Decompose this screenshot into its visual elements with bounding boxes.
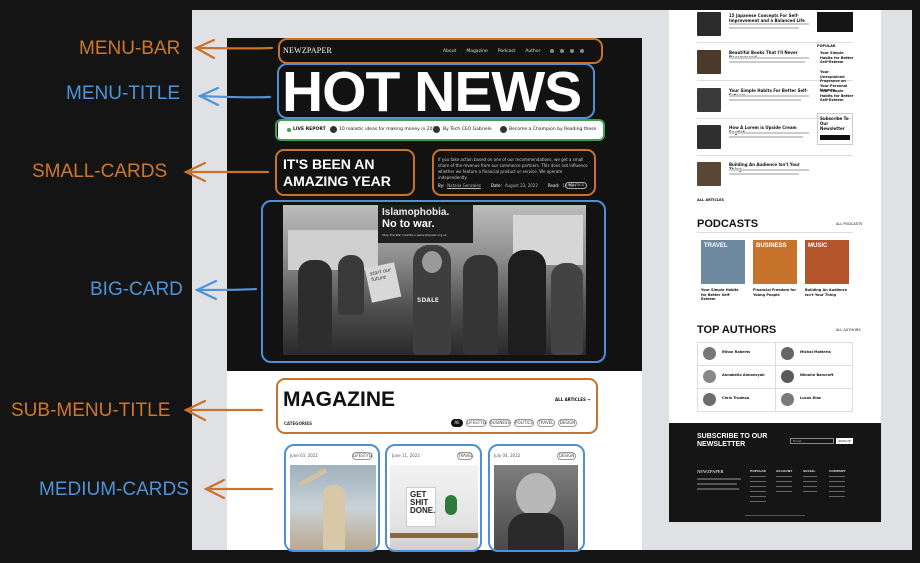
top-authors-title: TOP AUTHORS bbox=[697, 324, 777, 336]
medium-card-2-highlight bbox=[385, 444, 482, 552]
avatar[interactable] bbox=[781, 347, 794, 360]
article-2-thumb[interactable] bbox=[697, 50, 721, 74]
footer-copyright-line bbox=[745, 515, 805, 516]
footer-text-line bbox=[697, 488, 739, 490]
sidebar-subscribe-box: Subscribe To Our Newsletter bbox=[817, 113, 853, 145]
article-excerpt bbox=[729, 132, 809, 134]
article-1-thumb[interactable] bbox=[697, 12, 721, 36]
big-card-highlight bbox=[261, 200, 606, 363]
footer-text-line bbox=[697, 478, 741, 480]
podcast-3-title[interactable]: Building An Audience Isn't Your Thing bbox=[805, 288, 849, 297]
divider bbox=[697, 232, 853, 233]
popular-label: POPULAR bbox=[817, 44, 836, 48]
ticker-highlight bbox=[275, 119, 605, 141]
menu-title-highlight bbox=[277, 63, 595, 119]
small-card-2-highlight bbox=[432, 149, 596, 196]
avatar[interactable] bbox=[703, 347, 716, 360]
article-excerpt bbox=[729, 61, 805, 63]
divider bbox=[697, 388, 853, 389]
all-authors-link[interactable]: ALL AUTHORS bbox=[836, 328, 861, 332]
subscribe-promo[interactable] bbox=[817, 12, 853, 32]
sidebar-all-articles[interactable]: ALL ARTICLES bbox=[697, 198, 724, 202]
author-1-name[interactable]: Ethan Roberts bbox=[722, 350, 750, 354]
newsletter-email-input[interactable]: Email bbox=[790, 438, 834, 444]
author-2-name[interactable]: Michal Matteria bbox=[800, 350, 831, 354]
article-excerpt bbox=[729, 169, 809, 171]
footer-links[interactable] bbox=[750, 476, 766, 506]
podcast-3-label: MUSIC bbox=[808, 243, 828, 249]
divider bbox=[775, 342, 776, 412]
medium-card-3-highlight bbox=[488, 444, 585, 552]
sidebar-subscribe-text: Subscribe To Our Newsletter bbox=[820, 116, 849, 131]
article-1-title[interactable]: 15 Japanese Concepts For Self-Improvemen… bbox=[729, 13, 809, 23]
podcast-1-title[interactable]: Your Simple Habits for Better Self-Estee… bbox=[701, 288, 745, 302]
podcast-3-cover[interactable]: MUSIC bbox=[805, 240, 849, 284]
footer-links[interactable] bbox=[829, 476, 845, 501]
article-excerpt bbox=[729, 99, 801, 101]
podcast-2-title[interactable]: Financial Freedom for Young People bbox=[753, 288, 797, 297]
all-podcasts-link[interactable]: ALL PODCASTS bbox=[836, 222, 862, 226]
podcasts-title: PODCASTS bbox=[697, 218, 759, 230]
avatar[interactable] bbox=[703, 370, 716, 383]
popular-item-1[interactable]: Your Simple Habits for Better Self-Estee… bbox=[820, 51, 854, 65]
article-excerpt bbox=[729, 136, 803, 138]
small-card-1-highlight bbox=[275, 149, 415, 196]
footer-col-company: COMPANY bbox=[829, 469, 846, 473]
annotation-small-cards: SMALL-CARDS bbox=[32, 161, 168, 182]
author-3-name[interactable]: Annabella Almonsyah bbox=[722, 373, 765, 377]
sidebar-subscribe-button[interactable] bbox=[820, 135, 850, 140]
medium-card-1-highlight bbox=[284, 444, 380, 552]
divider bbox=[697, 365, 853, 366]
annotation-medium-cards: MEDIUM-CARDS bbox=[39, 479, 189, 500]
footer-col-popular: POPULAR bbox=[750, 469, 766, 473]
divider bbox=[697, 155, 853, 156]
podcast-1-label: TRAVEL bbox=[704, 243, 728, 249]
footer-col-social: SOCIAL bbox=[803, 469, 816, 473]
article-3-thumb[interactable] bbox=[697, 88, 721, 112]
popular-item-3[interactable]: Your Simple Habits for Better Self-Estee… bbox=[820, 89, 854, 103]
footer-logo[interactable]: NEWZPAPER bbox=[697, 469, 724, 474]
annotation-big-card: BIG-CARD bbox=[90, 279, 183, 300]
avatar[interactable] bbox=[781, 370, 794, 383]
article-5-thumb[interactable] bbox=[697, 162, 721, 186]
article-excerpt bbox=[729, 57, 809, 59]
footer-text-line bbox=[697, 483, 737, 485]
article-excerpt bbox=[729, 27, 799, 29]
avatar[interactable] bbox=[703, 393, 716, 406]
annotation-sub-menu-title: SUB-MENU-TITLE bbox=[11, 400, 171, 421]
author-5-name[interactable]: Chris Trudeau bbox=[722, 396, 749, 400]
divider bbox=[697, 42, 853, 43]
sub-menu-title-highlight bbox=[276, 378, 598, 434]
article-excerpt bbox=[729, 173, 799, 175]
podcast-2-cover[interactable]: BUSINESS bbox=[753, 240, 797, 284]
podcast-1-cover[interactable]: TRAVEL bbox=[701, 240, 745, 284]
annotation-menu-bar: MENU-BAR bbox=[79, 38, 181, 59]
article-excerpt bbox=[729, 23, 809, 25]
footer-links[interactable] bbox=[776, 476, 792, 496]
footer-col-account: ACCOUNT bbox=[776, 469, 793, 473]
article-excerpt bbox=[729, 95, 809, 97]
footer-links[interactable] bbox=[803, 476, 817, 496]
author-6-name[interactable]: Lucas Diaz bbox=[800, 396, 821, 400]
article-4-thumb[interactable] bbox=[697, 125, 721, 149]
annotation-menu-title: MENU-TITLE bbox=[66, 83, 180, 104]
avatar[interactable] bbox=[781, 393, 794, 406]
author-4-name[interactable]: Nimuhn Bancroft bbox=[800, 373, 833, 377]
podcast-2-label: BUSINESS bbox=[756, 243, 787, 249]
newsletter-signup-button[interactable]: SIGN UP bbox=[836, 438, 853, 444]
newsletter-title: SUBSCRIBE TO OUR NEWSLETTER bbox=[697, 433, 768, 448]
